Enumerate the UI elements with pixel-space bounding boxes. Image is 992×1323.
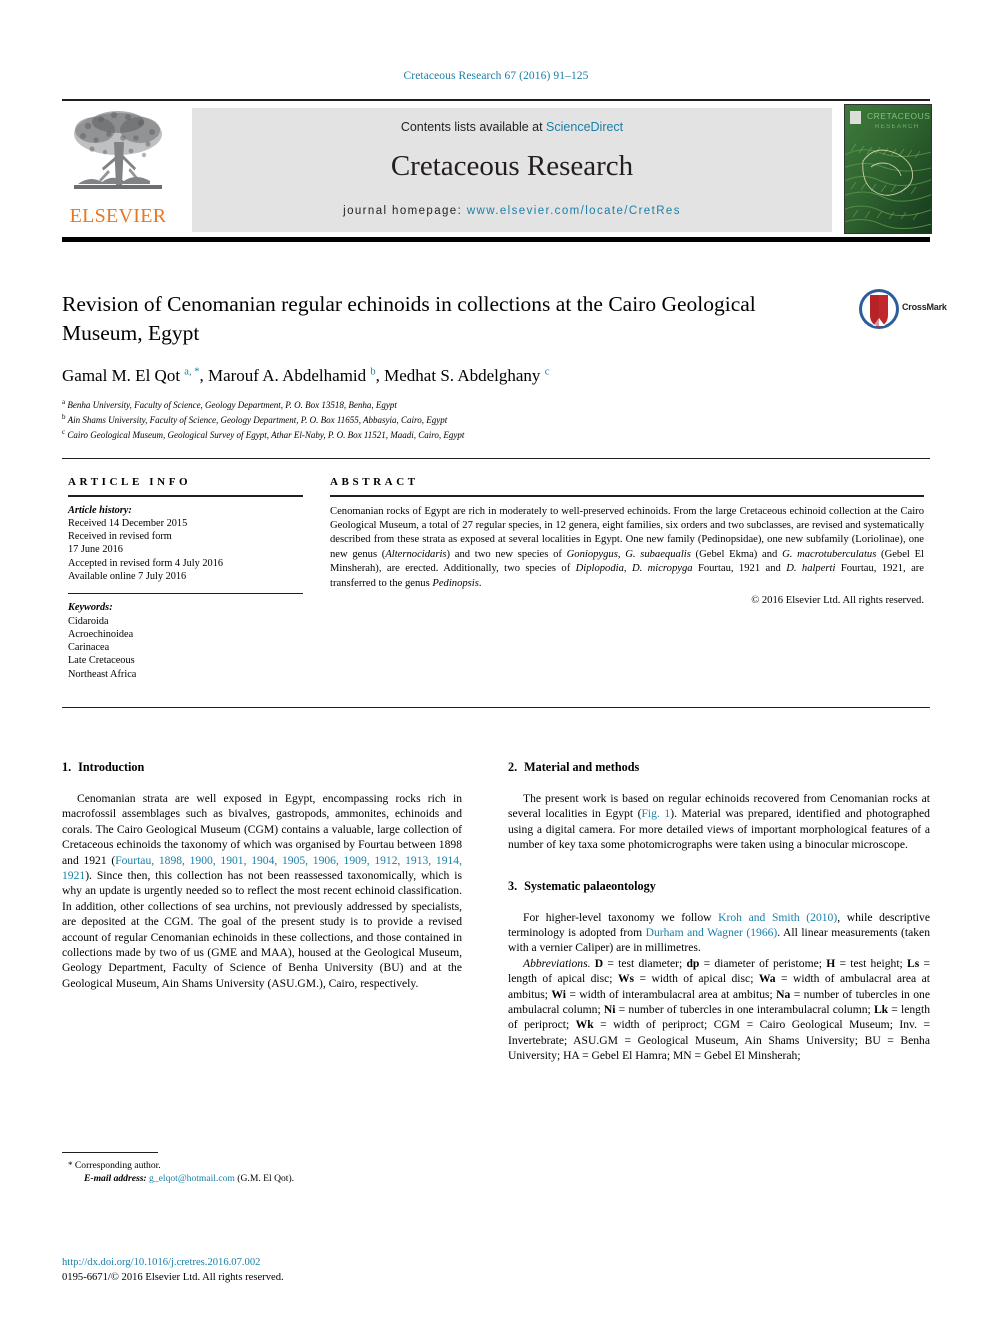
keyword-item: Northeast Africa	[68, 668, 137, 680]
homepage-prefix: journal homepage:	[343, 205, 467, 217]
article-info-column: ARTICLE INFO Article history: Received 1…	[68, 476, 303, 681]
section-number: 3.	[508, 878, 518, 893]
band-bottom-rule	[62, 707, 930, 708]
abstract-column: ABSTRACT Cenomanian rocks of Egypt are r…	[330, 476, 924, 606]
section-paragraph: For higher-level taxonomy we follow Kroh…	[508, 910, 930, 955]
section-title: Introduction	[78, 760, 145, 774]
info-abstract-band: ARTICLE INFO Article history: Received 1…	[62, 458, 930, 708]
section-number: 2.	[508, 760, 518, 774]
history-line: Accepted in revised form 4 July 2016	[68, 557, 223, 569]
footnote-star: *	[68, 1160, 73, 1170]
keyword-item: Cidaroida	[68, 615, 109, 627]
keyword-item: Acroechinoidea	[68, 628, 134, 640]
page-title: Revision of Cenomanian regular echinoids…	[62, 292, 756, 345]
abstract-copyright: © 2016 Elsevier Ltd. All rights reserved…	[751, 594, 924, 606]
body-column-right: 2. Material and methods The present work …	[508, 760, 930, 1064]
section-material-methods: 2. Material and methods The present work …	[508, 760, 930, 853]
section-introduction: 1. Introduction Cenomanian strata are wel…	[62, 760, 462, 991]
email-label: E-mail address:	[84, 1173, 147, 1184]
article-history: Article history: Received 14 December 20…	[68, 504, 303, 584]
journal-cover-thumbnail: CRETACEOUS RESEARCH	[844, 104, 932, 234]
elsevier-tree-icon	[74, 111, 162, 189]
crossmark-badge[interactable]: CrossMark	[858, 288, 947, 330]
masthead-top-rule	[62, 99, 930, 101]
affiliation-marker-c: c	[62, 428, 66, 437]
affiliation-text-a: Benha University, Faculty of Science, Ge…	[67, 400, 397, 410]
journal-homepage-link[interactable]: www.elsevier.com/locate/CretRes	[467, 205, 681, 217]
band-top-rule	[62, 458, 930, 459]
journal-masthead: ELSEVIER Contents lists available at Sci…	[62, 99, 932, 242]
history-line: Available online 7 July 2016	[68, 570, 187, 582]
doi-block: http://dx.doi.org/10.1016/j.cretres.2016…	[62, 1256, 482, 1285]
email-owner: (G.M. El Qot).	[237, 1173, 295, 1184]
elsevier-wordmark: ELSEVIER	[69, 205, 167, 227]
footnote-rule	[62, 1152, 158, 1153]
corresponding-author-line: * Corresponding author.	[62, 1159, 462, 1172]
keyword-item: Late Cretaceous	[68, 655, 135, 667]
affiliation-list: a Benha University, Faculty of Science, …	[62, 396, 862, 442]
keywords-rule	[68, 593, 303, 595]
history-line: Received 14 December 2015	[68, 517, 188, 529]
elsevier-logo: ELSEVIER	[64, 108, 172, 232]
article-info-heading: ARTICLE INFO	[68, 476, 192, 488]
article-info-rule	[68, 495, 303, 497]
section-number: 1.	[62, 760, 72, 774]
author-list: Gamal M. El Qot a, *, Marouf A. Abdelham…	[62, 366, 550, 385]
section-title: Material and methods	[524, 760, 640, 774]
contents-available-line: Contents lists available at ScienceDirec…	[192, 120, 832, 134]
sciencedirect-link[interactable]: ScienceDirect	[546, 120, 623, 134]
corresponding-author-footnote: * Corresponding author. E-mail address: …	[62, 1152, 462, 1185]
section-heading-systematic-palaeontology: 3. Systematic palaeontology	[508, 879, 930, 894]
masthead-band: Contents lists available at ScienceDirec…	[192, 108, 832, 232]
abstract-rule	[330, 495, 924, 497]
section-paragraph: Cenomanian strata are well exposed in Eg…	[62, 792, 462, 990]
journal-homepage-line: journal homepage: www.elsevier.com/locat…	[192, 205, 832, 217]
keywords-label: Keywords:	[68, 602, 113, 614]
section-heading-introduction: 1. Introduction	[62, 760, 462, 775]
svg-text:CRETACEOUS: CRETACEOUS	[867, 111, 930, 121]
corresponding-author-label: Corresponding author.	[74, 1160, 161, 1171]
affiliation-text-b: Ain Shams University, Faculty of Science…	[67, 415, 448, 426]
affiliation-marker-b: b	[62, 413, 66, 422]
email-line: E-mail address: g_elqot@hotmail.com (G.M…	[62, 1172, 462, 1185]
section-systematic-palaeontology: 3. Systematic palaeontology For higher-le…	[508, 879, 930, 1064]
journal-title: Cretaceous Research	[390, 150, 634, 182]
affiliation-a: a Benha University, Faculty of Science, …	[62, 396, 862, 411]
history-line: Received in revised form	[68, 531, 172, 543]
article-history-label: Article history:	[68, 504, 132, 516]
abbreviations-paragraph: Abbreviations. D = test diameter; dp = d…	[508, 956, 931, 1063]
abstract-text: Cenomanian rocks of Egypt are rich in mo…	[330, 505, 924, 589]
crossmark-label: CrossMark	[902, 302, 947, 312]
masthead-bottom-rule	[62, 237, 930, 242]
section-title: Systematic palaeontology	[524, 878, 656, 893]
affiliation-c: c Cairo Geological Museum, Geological Su…	[62, 426, 862, 441]
abstract-heading: ABSTRACT	[330, 476, 419, 488]
body-column-left: 1. Introduction Cenomanian strata are wel…	[62, 760, 462, 1017]
history-line: 17 June 2016	[68, 544, 123, 556]
doi-link[interactable]: http://dx.doi.org/10.1016/j.cretres.2016…	[62, 1256, 482, 1271]
crossmark-icon[interactable]	[858, 288, 900, 330]
section-heading-material-methods: 2. Material and methods	[508, 760, 930, 775]
running-head: Cretaceous Research 67 (2016) 91–125	[403, 70, 589, 82]
paper-page: Cretaceous Research 67 (2016) 91–125 ELS…	[0, 0, 992, 1323]
svg-text:RESEARCH: RESEARCH	[875, 124, 920, 130]
contents-prefix: Contents lists available at	[400, 120, 547, 134]
affiliation-marker-a: a	[62, 398, 66, 406]
affiliation-text-c: Cairo Geological Museum, Geological Surv…	[67, 430, 465, 441]
section-paragraph: The present work is based on regular ech…	[508, 792, 930, 852]
keyword-item: Carinacea	[68, 642, 110, 654]
keywords-block: Keywords: Cidaroida Acroechinoidea Carin…	[68, 601, 303, 681]
journal-cover-image: CRETACEOUS RESEARCH	[845, 105, 931, 233]
affiliation-b: b Ain Shams University, Faculty of Scien…	[62, 411, 862, 426]
issn-copyright-line: 0195-6671/© 2016 Elsevier Ltd. All right…	[62, 1271, 284, 1283]
email-link[interactable]: g_elqot@hotmail.com	[149, 1173, 235, 1184]
